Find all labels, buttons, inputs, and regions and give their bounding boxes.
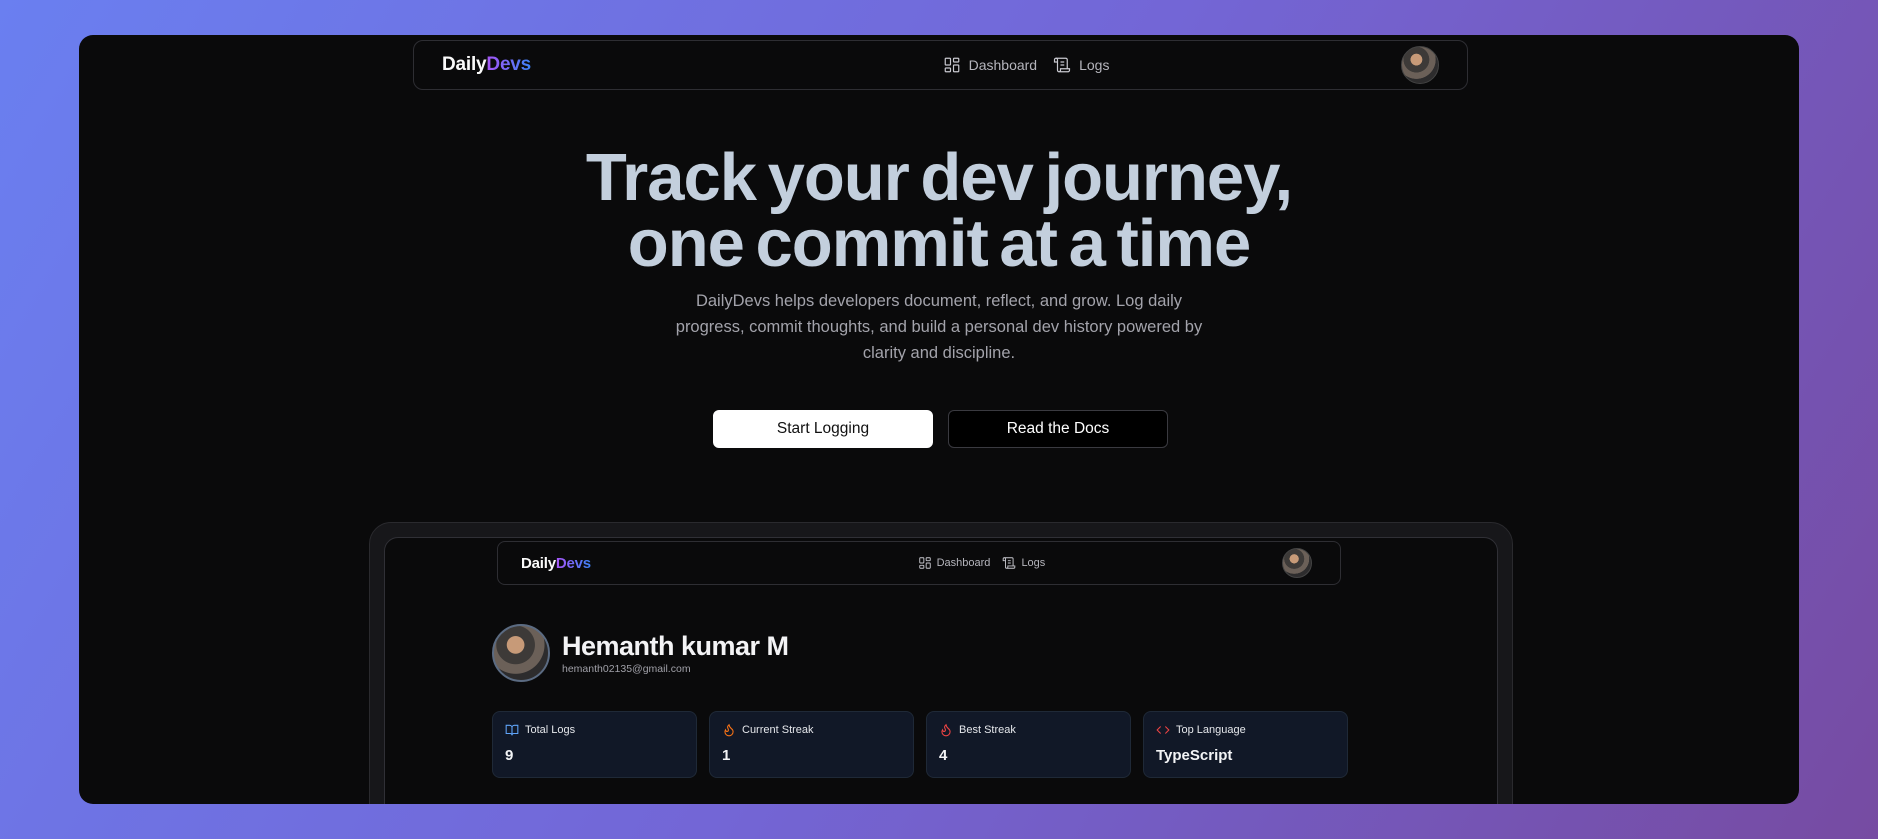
stat-label: Best Streak xyxy=(959,724,1016,736)
nav-logs-label: Logs xyxy=(1079,57,1110,73)
code-icon xyxy=(1156,726,1170,734)
read-docs-button[interactable]: Read the Docs xyxy=(948,410,1168,448)
preview-nav-dashboard: Dashboard xyxy=(918,556,991,570)
scroll-icon xyxy=(1053,57,1071,73)
stats-row: Total Logs 9 Current Streak 1 Best Strea… xyxy=(492,711,1348,778)
stat-value: 1 xyxy=(722,747,731,764)
stat-card-total-logs: Total Logs 9 xyxy=(492,711,697,778)
stat-card-current-streak: Current Streak 1 xyxy=(709,711,914,778)
top-navbar: DailyDevs Dashboard Logs xyxy=(413,40,1468,90)
preview-navbar: DailyDevs Dashboard Logs xyxy=(497,541,1341,585)
preview-user-avatar xyxy=(1281,548,1312,578)
dashboard-icon xyxy=(918,557,931,569)
profile-header: Hemanth kumar M hemanth02135@gmail.com xyxy=(492,624,789,682)
stat-card-top-language: Top Language TypeScript xyxy=(1143,711,1348,778)
dashboard-preview: DailyDevs Dashboard Logs Hemanth kumar M… xyxy=(369,522,1513,804)
stat-label: Top Language xyxy=(1176,724,1246,736)
hero-subtitle: DailyDevs helps developers document, ref… xyxy=(675,292,1203,362)
profile-avatar xyxy=(492,624,550,682)
user-avatar[interactable] xyxy=(1401,46,1439,84)
stat-value: 9 xyxy=(505,747,514,764)
brand-prefix: Daily xyxy=(442,54,487,75)
preview-brand-logo: DailyDevs xyxy=(521,555,591,572)
nav-links: Dashboard Logs xyxy=(943,56,1109,74)
profile-name: Hemanth kumar M xyxy=(562,631,789,661)
preview-brand-accent: Devs xyxy=(555,554,591,572)
app-frame: DailyDevs Dashboard Logs Track your dev … xyxy=(79,35,1799,804)
hero-title-line1: Track your dev journey, xyxy=(585,140,1293,215)
hero-title: Track your dev journey, one commit at a … xyxy=(79,144,1799,277)
preview-brand-prefix: Daily xyxy=(521,554,556,572)
scroll-icon xyxy=(1003,557,1016,569)
nav-logs-link[interactable]: Logs xyxy=(1053,56,1109,74)
stat-value: TypeScript xyxy=(1156,747,1233,764)
flame-icon xyxy=(941,723,951,737)
nav-dashboard-link[interactable]: Dashboard xyxy=(943,56,1038,74)
stat-value: 4 xyxy=(939,747,948,764)
stat-label: Total Logs xyxy=(525,724,576,736)
profile-email: hemanth02135@gmail.com xyxy=(562,663,691,675)
stat-card-best-streak: Best Streak 4 xyxy=(926,711,1131,778)
dashboard-icon xyxy=(944,57,959,73)
preview-nav-dashboard-label: Dashboard xyxy=(936,557,991,569)
preview-nav-links: Dashboard Logs xyxy=(918,556,1045,570)
flame-icon xyxy=(724,723,734,737)
stat-label: Current Streak xyxy=(742,724,814,736)
brand-logo[interactable]: DailyDevs xyxy=(442,54,531,76)
preview-nav-logs: Logs xyxy=(1002,556,1045,570)
book-open-icon xyxy=(505,724,519,736)
brand-accent: Devs xyxy=(486,54,532,75)
start-logging-button[interactable]: Start Logging xyxy=(713,410,933,448)
dashboard-preview-screen: DailyDevs Dashboard Logs Hemanth kumar M… xyxy=(384,537,1498,804)
nav-dashboard-label: Dashboard xyxy=(968,57,1038,73)
preview-nav-logs-label: Logs xyxy=(1021,557,1046,569)
hero-title-line2: one commit at a time xyxy=(627,206,1251,281)
